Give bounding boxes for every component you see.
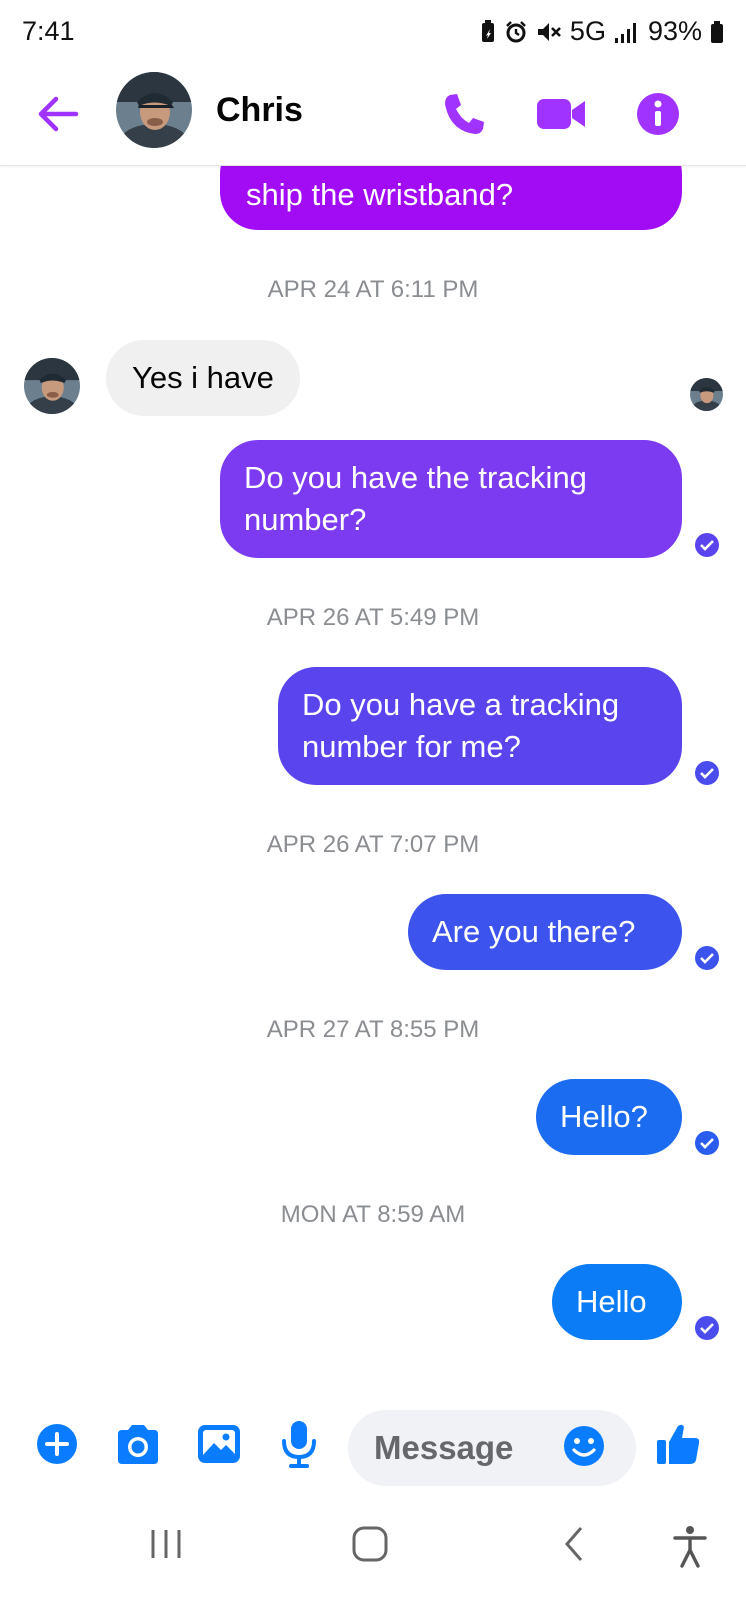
- message-bubble-outgoing[interactable]: Are you there?: [408, 894, 682, 970]
- delivered-check-icon: [695, 1316, 719, 1340]
- status-bar: 7:41 5G 93%: [0, 0, 746, 66]
- sender-avatar[interactable]: [24, 358, 80, 414]
- delivered-check-icon: [695, 946, 719, 970]
- message-text-line: number?: [244, 502, 367, 537]
- message-text: ship the wristband?: [246, 177, 514, 212]
- message-bubble-outgoing[interactable]: Hello?: [536, 1079, 682, 1155]
- message-text: Yes i have: [132, 360, 274, 395]
- network-label: 5G: [569, 16, 606, 46]
- recent-apps-button[interactable]: [146, 1524, 186, 1569]
- home-icon: [352, 1526, 388, 1562]
- delivered-check-icon: [695, 761, 719, 785]
- emoji-button[interactable]: [562, 1424, 606, 1473]
- message-bubble-incoming[interactable]: Yes i have: [106, 340, 300, 416]
- message-text: Hello?: [560, 1099, 648, 1134]
- voice-message-button[interactable]: [278, 1418, 320, 1475]
- timestamp: APR 24 AT 6:11 PM: [267, 276, 479, 303]
- camera-icon: [118, 1425, 158, 1464]
- contact-name[interactable]: Chris: [216, 91, 303, 130]
- timestamp: APR 26 AT 7:07 PM: [266, 831, 480, 858]
- camera-button[interactable]: [114, 1422, 162, 1471]
- seen-avatar: [690, 378, 723, 411]
- accessibility-icon: [673, 1526, 707, 1568]
- battery-saver-icon: [481, 19, 494, 42]
- signal-icon: [614, 22, 636, 43]
- delivered-check-icon: [695, 533, 719, 557]
- message-text-line: number for me?: [302, 729, 521, 764]
- thumbs-up-icon: [657, 1424, 700, 1464]
- avatar-photo: [116, 72, 192, 148]
- voice-call-button[interactable]: [436, 86, 492, 142]
- video-call-button[interactable]: [534, 86, 590, 142]
- battery-percent: 93%: [647, 16, 702, 46]
- gallery-button[interactable]: [196, 1422, 242, 1471]
- battery-icon: [711, 20, 723, 43]
- plus-icon: [37, 1424, 77, 1464]
- message-text-line: Do you have the tracking: [244, 460, 587, 495]
- accessibility-button[interactable]: [670, 1524, 710, 1573]
- message-bubble-outgoing[interactable]: ship the wristband?: [220, 166, 682, 230]
- alarm-icon: [506, 20, 526, 42]
- info-button[interactable]: [630, 86, 686, 142]
- avatar-photo: [24, 358, 80, 414]
- recents-icon: [151, 1530, 181, 1558]
- microphone-icon: [282, 1421, 316, 1468]
- message-text: Are you there?: [432, 914, 636, 949]
- more-actions-button[interactable]: [36, 1423, 78, 1470]
- message-text-line: Do you have a tracking: [302, 687, 620, 722]
- timestamp: APR 27 AT 8:55 PM: [266, 1016, 480, 1043]
- home-button[interactable]: [350, 1524, 390, 1569]
- info-icon: [637, 93, 679, 135]
- contact-avatar[interactable]: [116, 72, 192, 148]
- status-indicators: 5G 93%: [480, 16, 724, 47]
- chat-header: Chris: [0, 66, 746, 166]
- mute-icon: [537, 22, 561, 41]
- emoji-icon: [564, 1426, 604, 1466]
- message-text: Hello: [576, 1284, 647, 1319]
- message-thread[interactable]: ship the wristband? APR 24 AT 6:11 PM Ye…: [0, 166, 746, 1396]
- back-chevron-icon: [565, 1527, 583, 1561]
- back-arrow-icon: [38, 96, 79, 132]
- phone-icon: [445, 94, 484, 134]
- timestamp: APR 26 AT 5:49 PM: [266, 604, 480, 631]
- delivered-check-icon: [695, 1131, 719, 1155]
- back-button[interactable]: [32, 88, 84, 140]
- message-bubble-outgoing[interactable]: Hello: [552, 1264, 682, 1340]
- avatar-photo: [690, 378, 723, 411]
- system-nav-bar: [0, 1496, 746, 1600]
- timestamp: MON AT 8:59 AM: [280, 1201, 466, 1228]
- like-button[interactable]: [654, 1420, 702, 1473]
- video-icon: [537, 99, 585, 129]
- status-time: 7:41: [22, 16, 75, 46]
- message-bubble-outgoing[interactable]: Do you have the tracking number?: [220, 440, 682, 558]
- message-bubble-outgoing[interactable]: Do you have a tracking number for me?: [278, 667, 682, 785]
- back-nav-button[interactable]: [556, 1524, 596, 1569]
- message-composer: [0, 1396, 746, 1496]
- gallery-icon: [198, 1425, 240, 1463]
